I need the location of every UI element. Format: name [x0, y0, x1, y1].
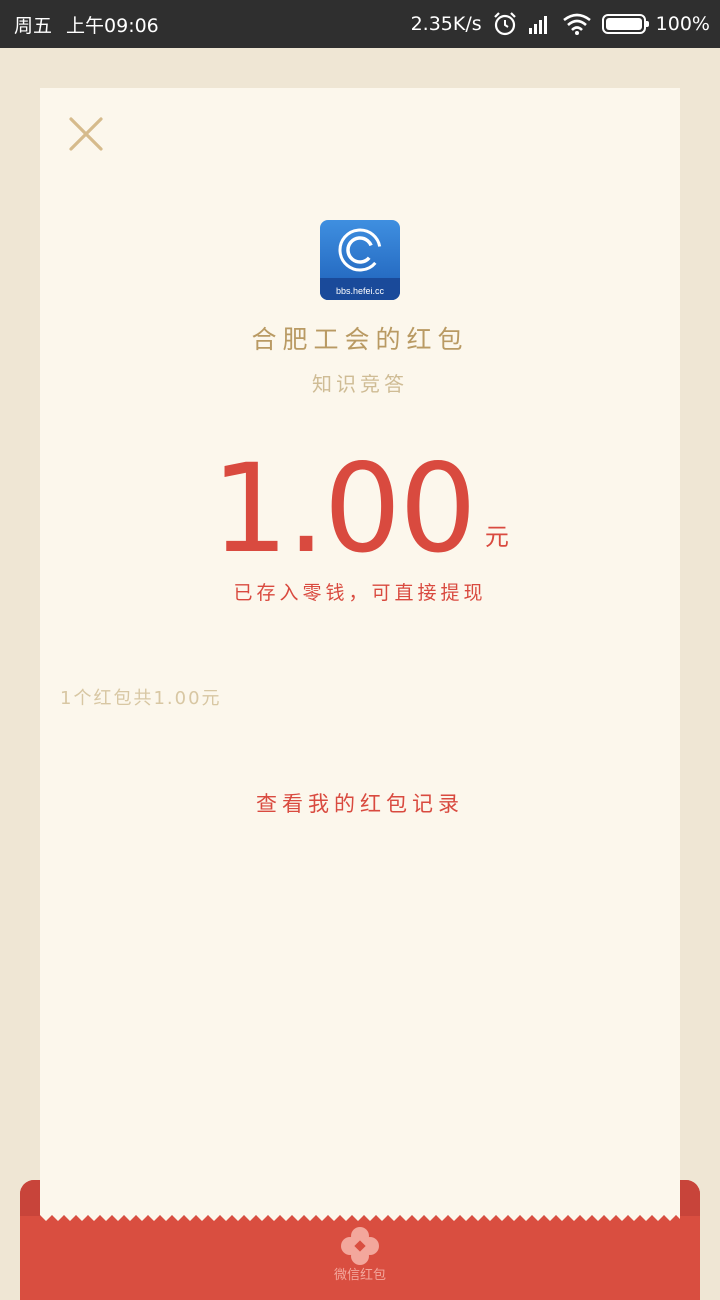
sender-name: 合肥工会的红包 — [251, 325, 469, 354]
net-speed: 2.35K/s — [410, 13, 482, 35]
amount-unit: 元 — [484, 523, 509, 551]
logo-text: bbs.hefei.cc — [335, 286, 385, 296]
amount-row: 1.00 元 — [40, 440, 680, 570]
flower-icon — [341, 1227, 379, 1265]
battery-fill — [605, 18, 642, 30]
packet-count: 1个红包共1.00元 — [60, 688, 222, 709]
alarm-icon — [492, 11, 518, 37]
wifi-icon — [562, 12, 592, 36]
battery-percent: 100% — [655, 13, 710, 35]
view-records-link[interactable]: 查看我的红包记录 — [40, 788, 680, 818]
close-icon — [69, 117, 103, 151]
amount-value: 1.00 — [211, 438, 477, 580]
signal-icon — [528, 13, 552, 35]
status-bar: 周五 上午09:06 2.35K/s 100% — [0, 0, 720, 48]
battery-icon — [601, 14, 649, 34]
status-time: 上午09:06 — [66, 14, 159, 37]
brand-text: 微信红包 — [333, 1268, 386, 1283]
stored-note: 已存入零钱，可直接提现 — [233, 582, 487, 604]
packet-subtitle: 知识竞答 — [312, 372, 408, 396]
logo-icon — [338, 228, 382, 272]
status-right: 2.35K/s 100% — [411, 11, 710, 37]
card-zigzag-edge — [40, 1211, 680, 1221]
status-day: 周五 — [14, 14, 53, 37]
sender-logo: bbs.hefei.cc — [320, 220, 400, 300]
close-button[interactable] — [66, 114, 106, 154]
status-left: 周五 上午09:06 — [14, 11, 159, 38]
